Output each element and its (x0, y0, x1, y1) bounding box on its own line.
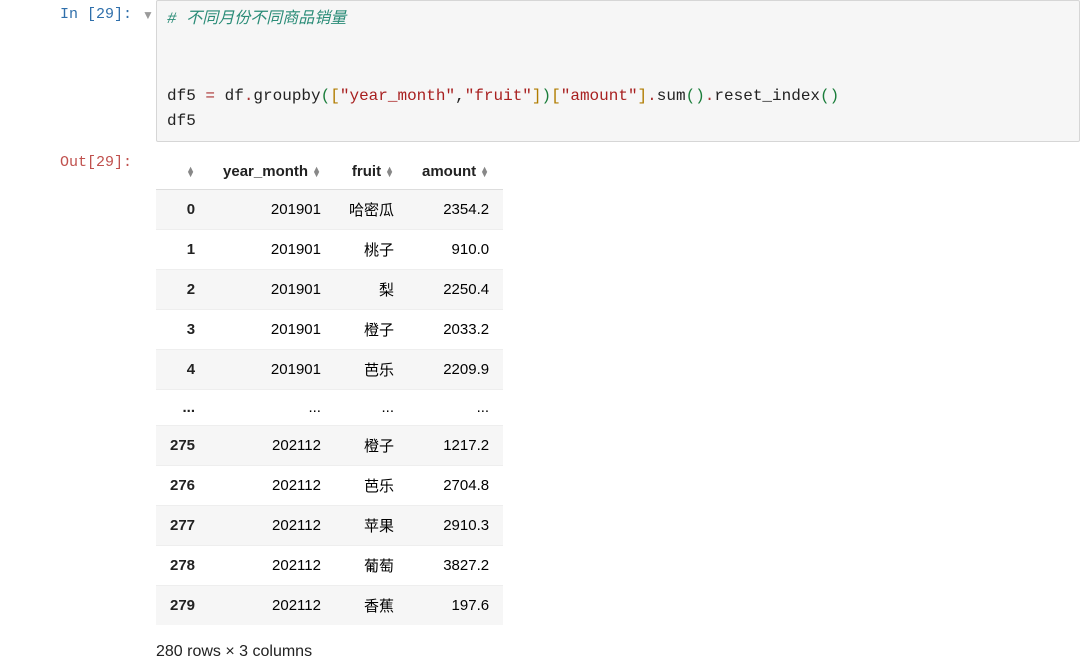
sort-icon[interactable] (480, 167, 489, 177)
dataframe-table: year_month fruit amount 0201901哈密瓜2354.2… (156, 154, 503, 625)
cell-amount: 910.0 (408, 229, 503, 269)
table-row: 2201901梨2250.4 (156, 269, 503, 309)
cell-amount: 2704.8 (408, 465, 503, 505)
row-index: 275 (156, 425, 209, 465)
cell-fruit: 香蕉 (335, 585, 408, 625)
output-collapser (140, 148, 156, 156)
table-header-row: year_month fruit amount (156, 154, 503, 190)
cell-year_month: 202112 (209, 585, 335, 625)
input-cell: In [29]: ▼ # 不同月份不同商品销量 df5 = df.groupby… (0, 0, 1080, 142)
input-prompt: In [29]: (0, 0, 140, 23)
cell-amount: 2209.9 (408, 349, 503, 389)
row-index: 278 (156, 545, 209, 585)
row-index: 4 (156, 349, 209, 389)
cell-amount: 3827.2 (408, 545, 503, 585)
col-index[interactable] (156, 154, 209, 190)
table-row: 4201901芭乐2209.9 (156, 349, 503, 389)
cell-year_month: ... (209, 389, 335, 425)
cell-year_month: 202112 (209, 425, 335, 465)
cell-year_month: 201901 (209, 189, 335, 229)
cell-fruit: 芭乐 (335, 349, 408, 389)
cell-year_month: 201901 (209, 309, 335, 349)
cell-fruit: 橙子 (335, 425, 408, 465)
table-row: 277202112苹果2910.3 (156, 505, 503, 545)
col-amount[interactable]: amount (408, 154, 503, 190)
cell-amount: 2033.2 (408, 309, 503, 349)
cell-amount: 2250.4 (408, 269, 503, 309)
cell-year_month: 202112 (209, 545, 335, 585)
row-index: ... (156, 389, 209, 425)
code-comment: # 不同月份不同商品销量 (167, 10, 346, 28)
cell-amount: 1217.2 (408, 425, 503, 465)
cell-fruit: 橙子 (335, 309, 408, 349)
sort-icon[interactable] (312, 167, 321, 177)
col-year-month[interactable]: year_month (209, 154, 335, 190)
output-cell: Out[29]: year_month fruit amount 0201901… (0, 148, 1080, 661)
row-index: 2 (156, 269, 209, 309)
col-fruit[interactable]: fruit (335, 154, 408, 190)
cell-year_month: 202112 (209, 465, 335, 505)
table-row: 278202112葡萄3827.2 (156, 545, 503, 585)
table-row: 0201901哈密瓜2354.2 (156, 189, 503, 229)
code-input[interactable]: # 不同月份不同商品销量 df5 = df.groupby(["year_mon… (156, 0, 1080, 142)
row-index: 276 (156, 465, 209, 505)
table-row: 276202112芭乐2704.8 (156, 465, 503, 505)
cell-fruit: 梨 (335, 269, 408, 309)
cell-collapser[interactable]: ▼ (140, 0, 156, 22)
cell-fruit: 桃子 (335, 229, 408, 269)
sort-icon[interactable] (186, 167, 195, 177)
cell-year_month: 202112 (209, 505, 335, 545)
table-row: 279202112香蕉197.6 (156, 585, 503, 625)
table-row: 1201901桃子910.0 (156, 229, 503, 269)
row-index: 277 (156, 505, 209, 545)
cell-year_month: 201901 (209, 349, 335, 389)
output-area: year_month fruit amount 0201901哈密瓜2354.2… (156, 148, 1080, 661)
row-index: 0 (156, 189, 209, 229)
cell-fruit: ... (335, 389, 408, 425)
row-index: 279 (156, 585, 209, 625)
cell-amount: 2354.2 (408, 189, 503, 229)
cell-fruit: 苹果 (335, 505, 408, 545)
cell-amount: 197.6 (408, 585, 503, 625)
table-row: ............ (156, 389, 503, 425)
row-index: 3 (156, 309, 209, 349)
table-row: 3201901橙子2033.2 (156, 309, 503, 349)
output-prompt: Out[29]: (0, 148, 140, 171)
code-line-2: df5 (167, 112, 196, 130)
dataframe-shape: 280 rows × 3 columns (156, 643, 1080, 661)
table-row: 275202112橙子1217.2 (156, 425, 503, 465)
cell-year_month: 201901 (209, 269, 335, 309)
cell-fruit: 芭乐 (335, 465, 408, 505)
cell-fruit: 葡萄 (335, 545, 408, 585)
cell-amount: 2910.3 (408, 505, 503, 545)
cell-amount: ... (408, 389, 503, 425)
cell-year_month: 201901 (209, 229, 335, 269)
cell-fruit: 哈密瓜 (335, 189, 408, 229)
row-index: 1 (156, 229, 209, 269)
sort-icon[interactable] (385, 167, 394, 177)
